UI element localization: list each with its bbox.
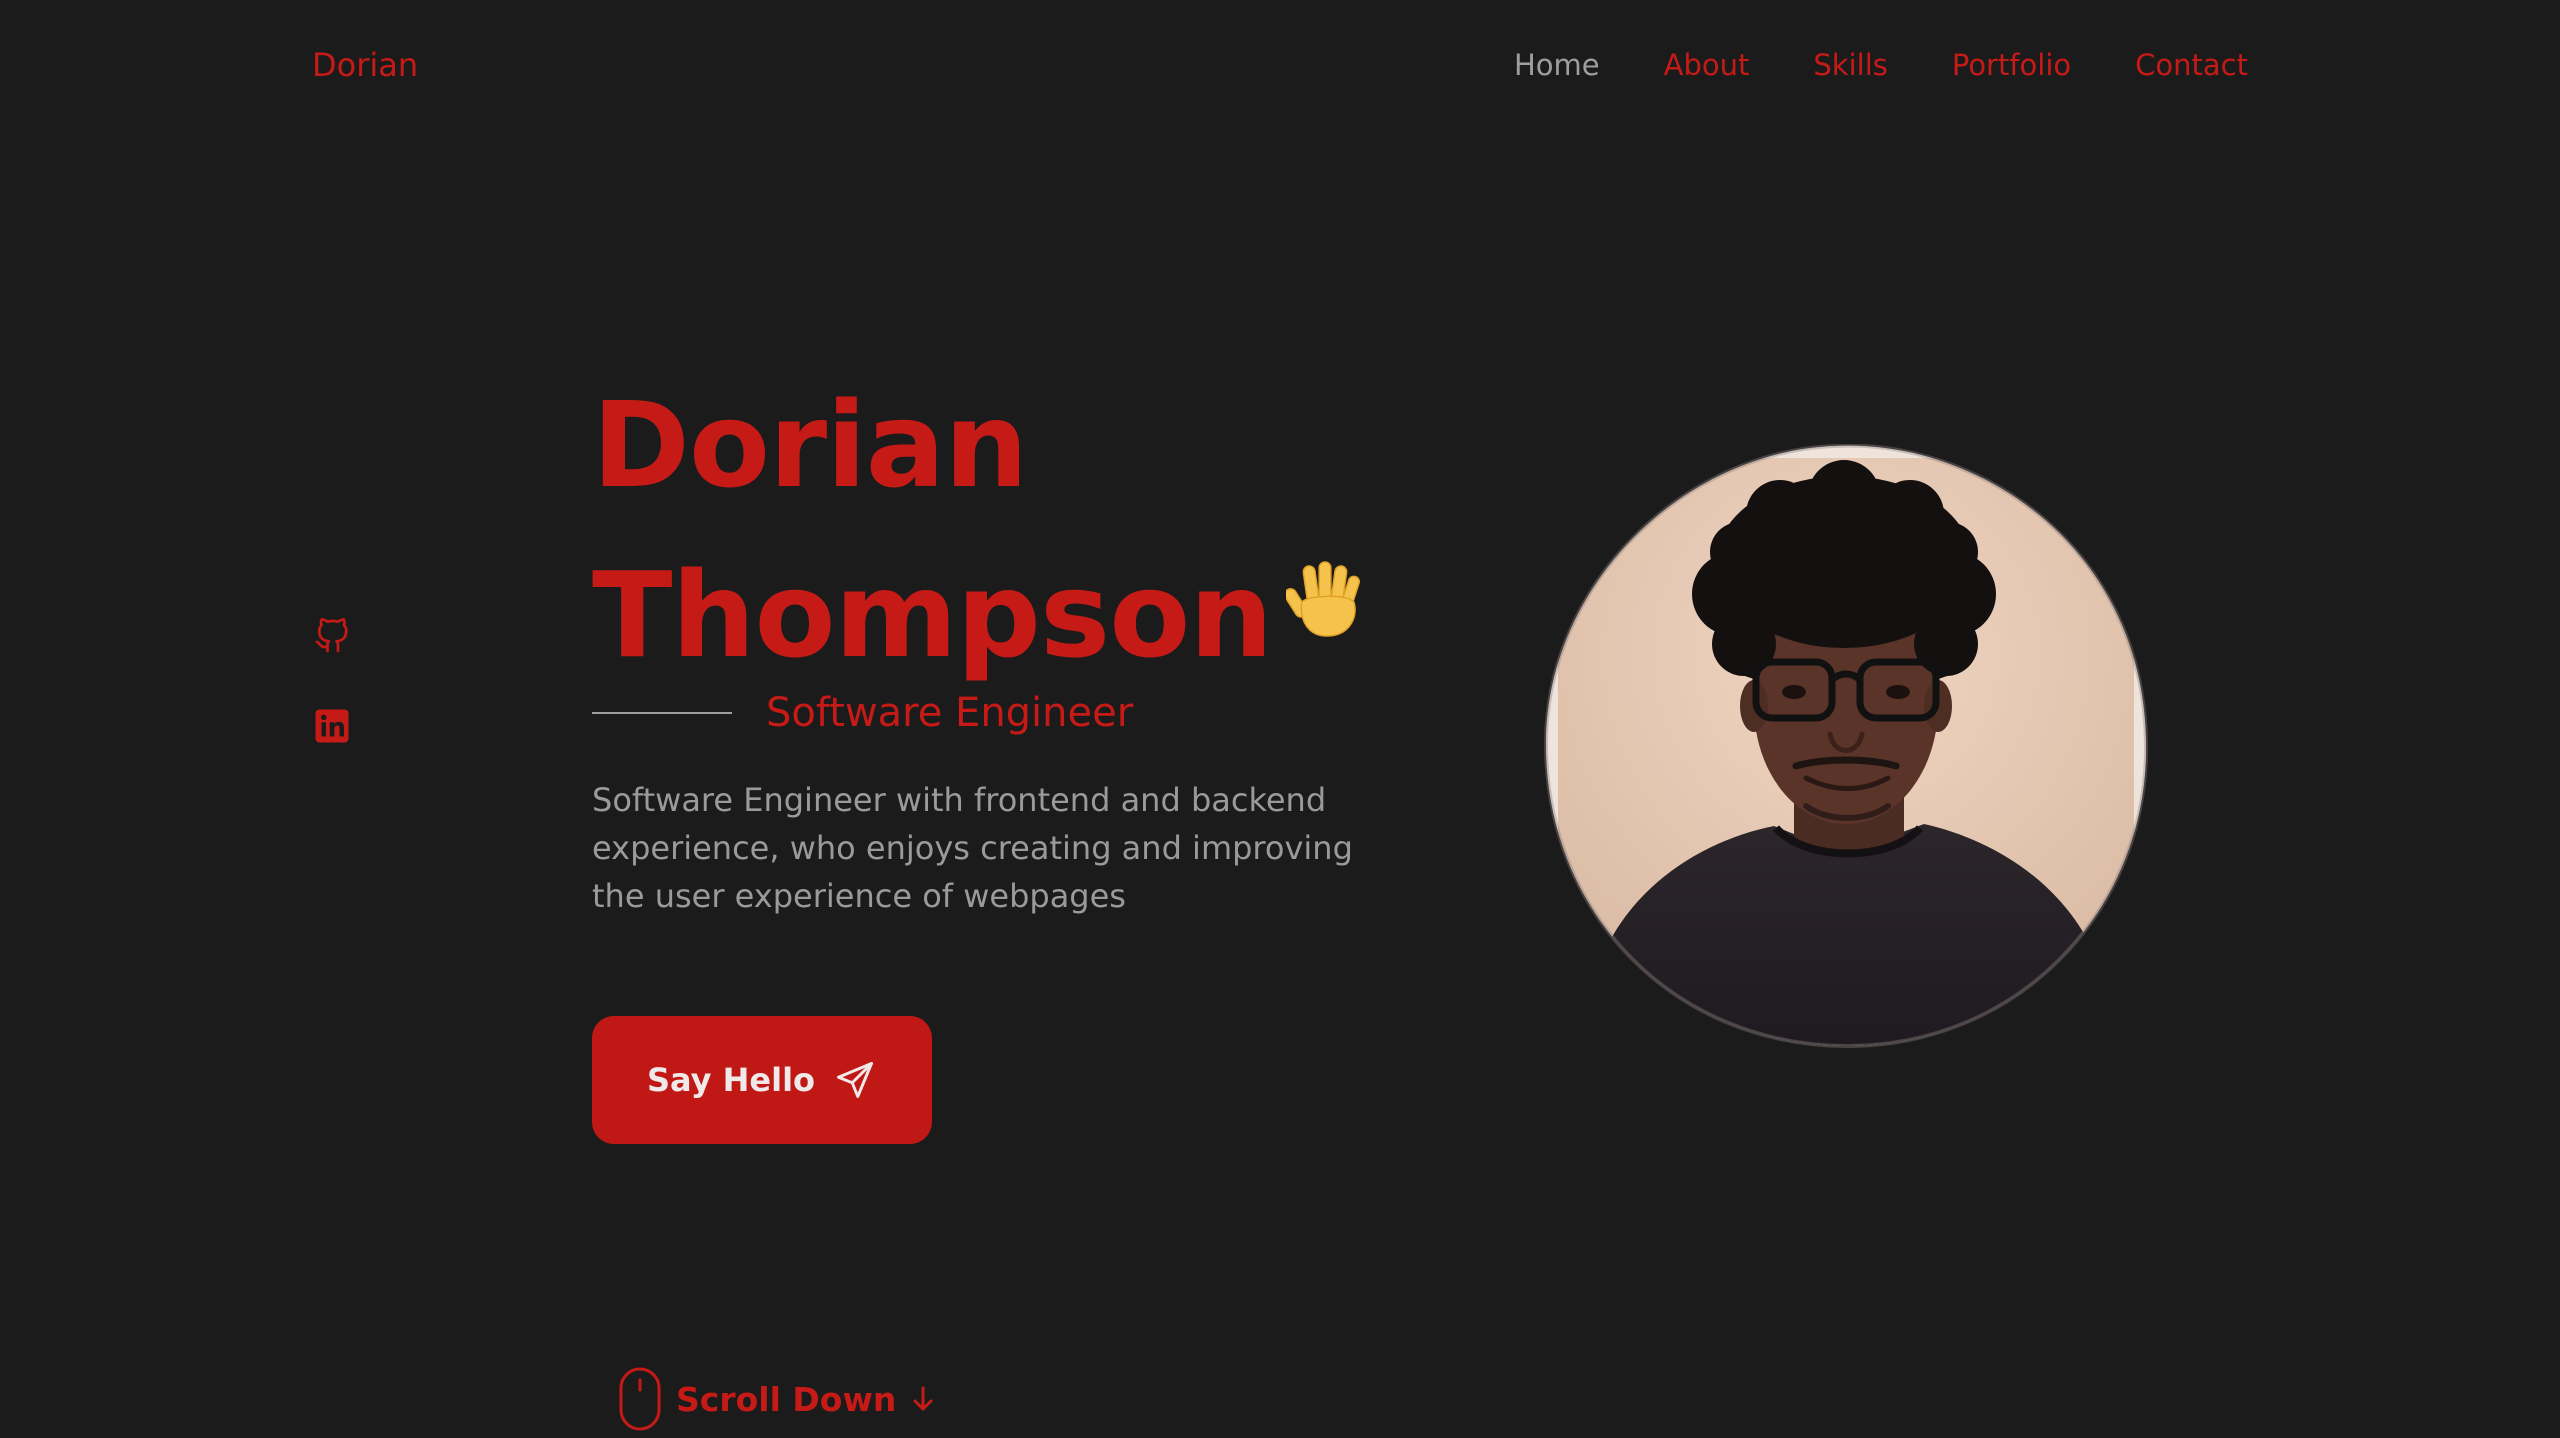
hero-title: Dorian Thompson	[592, 360, 1364, 700]
nav-about[interactable]: About	[1664, 48, 1750, 82]
arrow-down-icon	[913, 1386, 933, 1411]
github-link[interactable]	[314, 616, 350, 656]
subtitle-text: Software Engineer	[766, 690, 1134, 736]
social-links	[314, 616, 350, 746]
subtitle: Software Engineer	[592, 690, 1133, 736]
linkedin-icon	[315, 709, 349, 743]
hero-description: Software Engineer with frontend and back…	[592, 781, 1353, 915]
scroll-down-label: Scroll Down	[676, 1379, 897, 1419]
github-icon	[315, 618, 348, 653]
main-nav: Home About Skills Portfolio Contact	[1514, 48, 2248, 82]
hero-first-name: Dorian	[592, 376, 1028, 514]
say-hello-button[interactable]: Say Hello	[592, 1016, 932, 1144]
say-hello-label: Say Hello	[646, 1061, 816, 1099]
nav-home[interactable]: Home	[1514, 48, 1600, 82]
nav-portfolio[interactable]: Portfolio	[1952, 48, 2071, 82]
nav-skills[interactable]: Skills	[1813, 48, 1887, 82]
logo[interactable]: Dorian	[312, 46, 418, 84]
send-icon	[837, 1062, 873, 1098]
subtitle-divider	[592, 712, 732, 714]
hero-last-name: Thompson	[592, 546, 1273, 684]
linkedin-link[interactable]	[314, 706, 350, 746]
profile-photo	[1544, 444, 2148, 1048]
hero-last-name-line: Thompson	[592, 530, 1364, 700]
scroll-down-link[interactable]: Scroll Down	[618, 1366, 936, 1432]
waving-hand-icon	[1286, 561, 1361, 637]
nav-contact[interactable]: Contact	[2135, 48, 2248, 82]
mouse-icon	[619, 1367, 661, 1431]
